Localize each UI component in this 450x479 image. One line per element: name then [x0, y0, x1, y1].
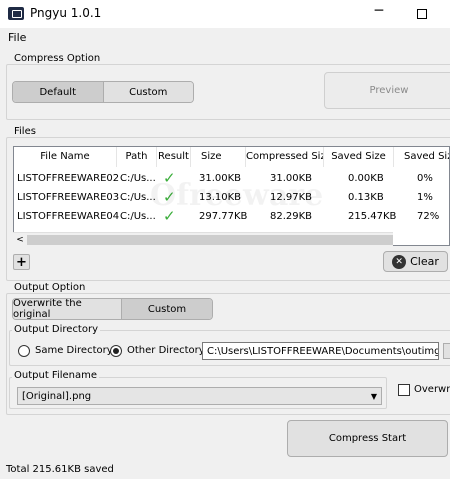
output-directory-field[interactable]: C:\Users\LISTOFFREEWARE\Documents\outimg [202, 342, 439, 360]
file-name-cell: LISTOFFREEWARE03 [17, 192, 120, 203]
column-header-size[interactable]: Size [191, 147, 246, 167]
files-table: File Name Path Result Size Compressed Si… [13, 146, 450, 246]
compressed-size-cell: 31.00KB [270, 173, 313, 184]
same-directory-label[interactable]: Same Directory [35, 345, 113, 356]
overwrite-checkbox-label[interactable]: Overwrite [414, 384, 450, 395]
column-header-result[interactable]: Result [157, 147, 191, 167]
table-row[interactable]: LISTOFFREEWARE04 C:/Us... ✓ 297.77KB 82.… [14, 207, 449, 226]
maximize-icon [417, 9, 427, 19]
column-header-saved-size-percent[interactable]: Saved Size [394, 147, 449, 167]
output-filename-value: [Original].png [22, 390, 92, 402]
default-mode-button[interactable]: Default [13, 82, 103, 102]
plus-icon: + [16, 254, 27, 270]
compress-start-button[interactable]: Compress Start [287, 420, 448, 457]
column-header-file-name[interactable]: File Name [14, 147, 117, 167]
compressed-size-cell: 82.29KB [270, 211, 313, 222]
saved-size-cell: 0.00KB [348, 173, 384, 184]
saved-percent-cell: 0% [417, 173, 433, 184]
size-cell: 13.10KB [199, 192, 242, 203]
path-cell: C:/Us... [120, 192, 156, 203]
scrollbar-thumb[interactable] [27, 235, 393, 245]
column-header-path[interactable]: Path [117, 147, 157, 167]
other-directory-label[interactable]: Other Directory [127, 345, 205, 356]
status-text: Total 215.61KB saved [6, 464, 114, 475]
saved-percent-cell: 1% [417, 192, 433, 203]
clear-button[interactable]: ✕ Clear [383, 251, 448, 272]
size-cell: 297.77KB [199, 211, 248, 222]
scroll-left-icon[interactable]: < [13, 233, 27, 247]
browse-directory-button[interactable] [443, 343, 450, 359]
compress-option-legend: Compress Option [12, 53, 103, 64]
output-custom-button[interactable]: Custom [121, 299, 212, 319]
same-directory-radio[interactable] [18, 345, 30, 357]
compressed-size-cell: 12.97KB [270, 192, 313, 203]
saved-size-cell: 0.13KB [348, 192, 384, 203]
column-header-compressed-size[interactable]: Compressed Size [246, 147, 324, 167]
saved-percent-cell: 72% [417, 211, 440, 222]
output-mode-toggle: Overwrite the original Custom [12, 298, 213, 320]
path-cell: C:/Us... [120, 211, 156, 222]
success-check-icon: ✓ [163, 188, 176, 206]
file-name-cell: LISTOFFREEWARE02 [17, 173, 120, 184]
path-cell: C:/Us... [120, 173, 156, 184]
saved-size-cell: 215.47KB [348, 211, 397, 222]
success-check-icon: ✓ [163, 169, 176, 187]
app-icon [8, 7, 24, 20]
compress-mode-toggle: Default Custom [12, 81, 194, 103]
horizontal-scrollbar[interactable]: < [13, 232, 393, 246]
add-file-button[interactable]: + [13, 254, 30, 270]
table-row[interactable]: LISTOFFREEWARE03 C:/Us... ✓ 13.10KB 12.9… [14, 188, 449, 207]
maximize-button[interactable] [407, 3, 437, 25]
output-filename-legend: Output Filename [12, 370, 100, 381]
files-legend: Files [12, 126, 38, 137]
overwrite-checkbox[interactable] [398, 384, 410, 396]
file-name-cell: LISTOFFREEWARE04 [17, 211, 120, 222]
custom-mode-button[interactable]: Custom [102, 82, 193, 102]
table-row[interactable]: LISTOFFREEWARE02 C:/Us... ✓ 31.00KB 31.0… [14, 169, 449, 188]
other-directory-radio[interactable] [110, 345, 122, 357]
overwrite-original-button[interactable]: Overwrite the original [13, 299, 121, 319]
size-cell: 31.00KB [199, 173, 242, 184]
clear-icon: ✕ [392, 254, 407, 269]
dropdown-arrow-icon: ▼ [370, 391, 377, 401]
minimize-icon: ─ [374, 3, 384, 19]
window-title: Pngyu 1.0.1 [30, 6, 102, 20]
output-option-legend: Output Option [12, 282, 88, 293]
success-check-icon: ✓ [163, 207, 176, 225]
output-filename-select[interactable]: [Original].png ▼ [17, 387, 382, 405]
clear-label: Clear [410, 255, 439, 268]
column-header-saved-size[interactable]: Saved Size [324, 147, 394, 167]
minimize-button[interactable]: ─ [364, 3, 394, 25]
preview-button[interactable]: Preview [324, 72, 450, 109]
output-directory-legend: Output Directory [12, 324, 101, 335]
menu-file[interactable]: File [8, 31, 26, 44]
